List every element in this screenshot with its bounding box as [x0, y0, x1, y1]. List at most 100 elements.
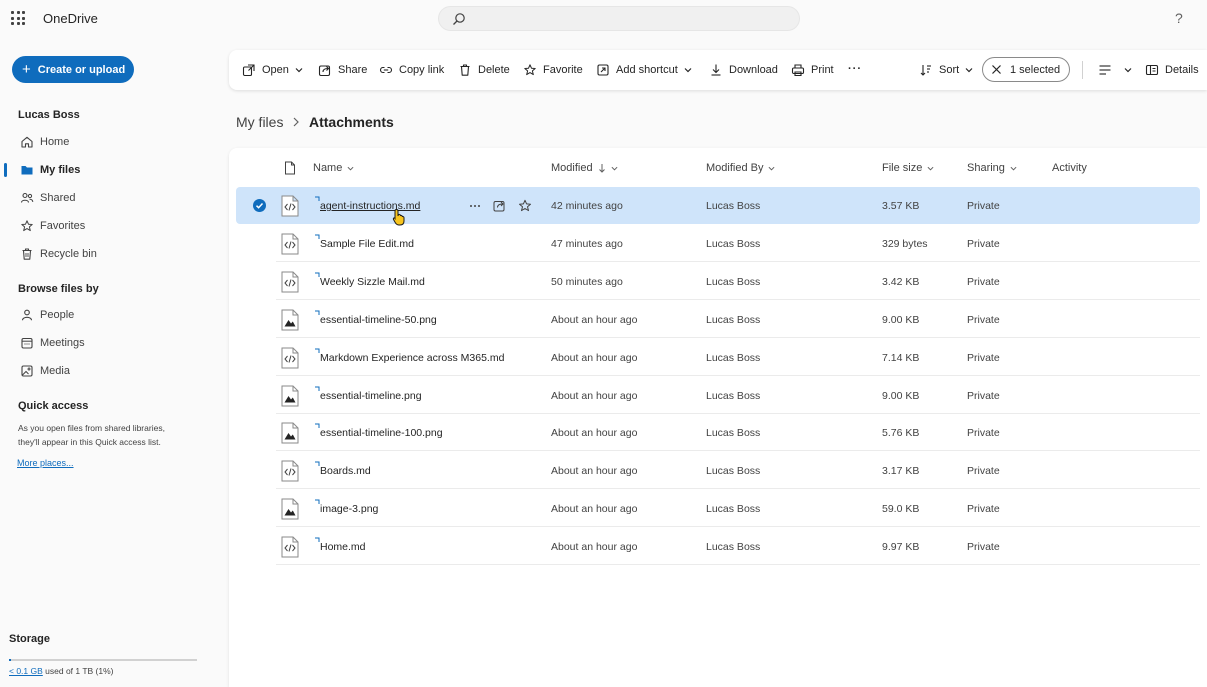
chevron-down-icon — [965, 68, 973, 73]
selection-count-label: 1 selected — [1010, 63, 1061, 76]
column-header-sharing[interactable]: Sharing — [967, 162, 1017, 174]
row-checkmark-icon[interactable] — [253, 199, 266, 212]
sort-icon — [920, 65, 931, 76]
table-row[interactable]: agent-instructions.md 42 minutes ago Lucas… — [236, 187, 1200, 224]
file-modified: 42 minutes ago — [551, 200, 623, 212]
copy-link-button[interactable]: Copy link — [379, 62, 444, 78]
table-row[interactable]: essential-timeline-50.png About an hour a… — [236, 301, 1200, 338]
file-name[interactable]: essential-timeline-50.png — [320, 314, 437, 326]
file-name[interactable]: image-3.png — [320, 503, 378, 515]
delete-button[interactable]: Delete — [458, 62, 510, 78]
sidebar-item-label: Meetings — [40, 337, 85, 349]
share-button[interactable]: Share — [318, 62, 367, 78]
file-sharing: Private — [967, 351, 1000, 364]
sidebar-item-meetings[interactable]: Meetings — [0, 332, 220, 354]
app-launcher-icon[interactable] — [11, 11, 25, 25]
code-file-icon — [280, 460, 300, 482]
favorite-button[interactable]: Favorite — [523, 62, 583, 78]
more-places-link[interactable]: More places... — [17, 458, 74, 468]
selection-count-pill[interactable]: 1 selected — [982, 57, 1070, 82]
sidebar-item-my-files[interactable]: My files — [0, 159, 220, 181]
storage-heading: Storage — [9, 633, 50, 645]
table-row[interactable]: Boards.md About an hour ago Lucas Boss 3.17… — [236, 452, 1200, 490]
star-icon — [524, 64, 536, 76]
print-icon — [791, 64, 805, 77]
code-file-icon — [280, 347, 300, 369]
table-row[interactable]: image-3.png About an hour ago Lucas Boss 59… — [236, 490, 1200, 528]
open-button[interactable]: Open — [242, 62, 303, 78]
file-size: 59.0 KB — [882, 503, 920, 516]
file-name[interactable]: Markdown Experience across M365.md — [320, 352, 504, 364]
search-input[interactable] — [475, 10, 785, 28]
chevron-down-icon — [1124, 68, 1132, 73]
details-button[interactable]: Details — [1145, 62, 1199, 78]
help-icon[interactable]: ? — [1175, 10, 1183, 26]
file-size: 9.00 KB — [882, 313, 920, 326]
file-sharing: Private — [967, 465, 1000, 478]
download-label: Download — [729, 64, 778, 76]
table-row[interactable]: essential-timeline.png About an hour ago L… — [236, 377, 1200, 414]
person-icon — [21, 309, 33, 321]
view-options-button[interactable] — [1098, 62, 1132, 78]
breadcrumb-my-files[interactable]: My files — [236, 114, 283, 130]
share-icon[interactable] — [492, 198, 508, 214]
storage-progress-fill — [9, 659, 11, 661]
sidebar-item-favorites[interactable]: Favorites — [0, 215, 220, 237]
pointer-hand-icon — [392, 208, 405, 226]
sidebar-item-home[interactable]: Home — [0, 131, 220, 153]
star-icon[interactable] — [517, 198, 533, 214]
close-icon[interactable] — [991, 64, 1002, 75]
file-size: 329 bytes — [882, 237, 928, 250]
sidebar-item-shared[interactable]: Shared — [0, 187, 220, 209]
file-modified-by: Lucas Boss — [706, 465, 761, 478]
create-or-upload-button[interactable]: + Create or upload — [12, 56, 134, 83]
sidebar-item-people[interactable]: People — [0, 304, 220, 326]
download-button[interactable]: Download — [709, 62, 778, 78]
column-header-modified[interactable]: Modified — [551, 162, 618, 174]
column-header-activity[interactable]: Activity — [1052, 162, 1087, 174]
sidebar-item-media[interactable]: Media — [0, 360, 220, 382]
column-header-name[interactable]: Name — [313, 162, 354, 174]
more-options-icon[interactable] — [467, 198, 483, 214]
table-row[interactable]: essential-timeline-100.png About an hour … — [236, 414, 1200, 452]
sidebar-item-recycle-bin[interactable]: Recycle bin — [0, 243, 220, 265]
share-icon — [318, 65, 331, 77]
table-row[interactable]: Home.md About an hour ago Lucas Boss 9.97 K… — [236, 528, 1200, 566]
file-type-header-icon[interactable] — [284, 161, 296, 175]
people-icon — [20, 192, 34, 203]
print-button[interactable]: Print — [791, 62, 834, 78]
table-row[interactable]: Markdown Experience across M365.md About … — [236, 339, 1200, 376]
chevron-down-icon — [684, 68, 692, 73]
row-divider — [276, 374, 1200, 376]
search-box[interactable] — [438, 6, 800, 31]
details-label: Details — [1165, 64, 1199, 76]
list-view-icon — [1099, 65, 1111, 75]
column-header-modified-by[interactable]: Modified By — [706, 162, 775, 174]
file-name[interactable]: Sample File Edit.md — [320, 238, 414, 250]
file-name[interactable]: Weekly Sizzle Mail.md — [320, 276, 425, 288]
trash-icon — [460, 64, 470, 76]
column-header-file-size[interactable]: File size — [882, 162, 934, 174]
add-shortcut-button[interactable]: Add shortcut — [596, 62, 692, 78]
app-title[interactable]: OneDrive — [43, 11, 98, 26]
row-divider — [276, 488, 1200, 490]
table-row[interactable]: Weekly Sizzle Mail.md 50 minutes ago Lucas… — [236, 263, 1200, 300]
file-size: 3.42 KB — [882, 275, 920, 288]
file-name[interactable]: essential-timeline-100.png — [320, 427, 443, 439]
code-file-icon — [280, 195, 300, 217]
sort-button[interactable]: Sort — [919, 62, 973, 78]
open-icon — [242, 64, 255, 77]
file-modified-by: Lucas Boss — [706, 275, 761, 288]
more-actions-button[interactable]: ··· — [848, 61, 862, 77]
file-name[interactable]: Home.md — [320, 541, 366, 553]
download-icon — [711, 64, 721, 76]
file-name[interactable]: Boards.md — [320, 465, 371, 477]
file-modified-by: Lucas Boss — [706, 200, 761, 212]
file-sharing: Private — [967, 503, 1000, 516]
image-file-icon — [280, 309, 300, 331]
sidebar-user-name: Lucas Boss — [18, 109, 80, 121]
storage-used-link[interactable]: < 0.1 GB — [9, 666, 43, 676]
folder-icon — [21, 166, 33, 175]
file-name[interactable]: essential-timeline.png — [320, 390, 422, 402]
table-row[interactable]: Sample File Edit.md 47 minutes ago Lucas B… — [236, 225, 1200, 262]
